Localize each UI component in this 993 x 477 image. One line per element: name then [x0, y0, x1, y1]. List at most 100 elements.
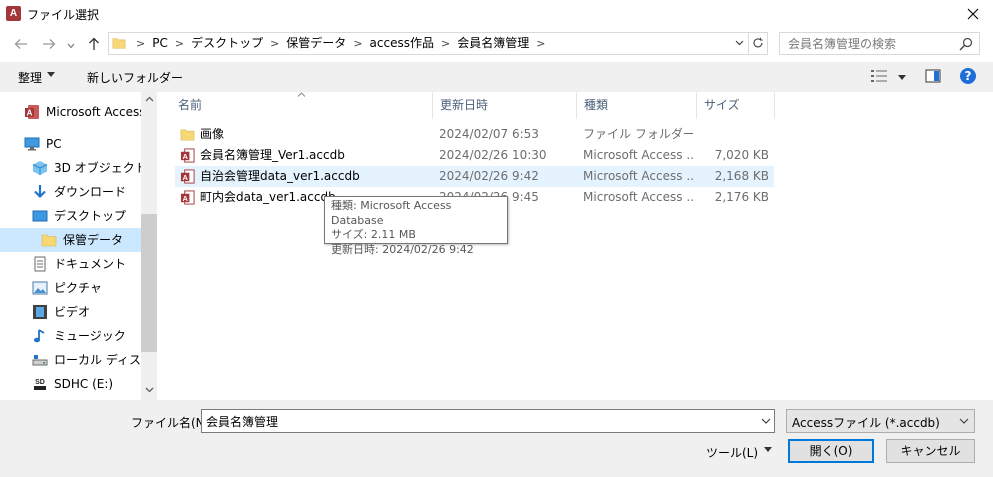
file-date: 2024/02/26 9:42 [439, 169, 539, 183]
3d-objects-icon [32, 161, 48, 175]
folder-icon [180, 129, 195, 141]
svg-text:A: A [27, 109, 33, 118]
file-row[interactable]: 画像 2024/02/07 6:53 ファイル フォルダー [175, 124, 774, 145]
file-row[interactable]: A 会員名簿管理_Ver1.accdb 2024/02/26 10:30 Mic… [175, 145, 774, 166]
svg-text:A: A [182, 194, 188, 203]
scroll-down-button[interactable] [141, 386, 157, 396]
search-input[interactable] [788, 36, 958, 52]
file-size: 2,176 KB [714, 190, 769, 204]
file-type-filter[interactable]: Accessファイル (*.accdb) [786, 409, 975, 433]
nav-item-local-disk[interactable]: ローカル ディスク (C [0, 348, 141, 372]
chevron-down-icon [959, 418, 969, 424]
nav-item-microsoft-access[interactable]: A Microsoft Access [0, 100, 141, 124]
svg-text:A: A [182, 173, 188, 182]
scroll-up-button[interactable] [141, 95, 157, 105]
nav-item-music[interactable]: ミュージック [0, 324, 141, 348]
help-button[interactable]: ? [960, 68, 976, 84]
recent-locations-button[interactable] [64, 35, 78, 53]
column-header-name[interactable]: 名前 [170, 92, 432, 119]
nav-scrollbar-thumb[interactable] [141, 214, 157, 352]
nav-item-videos[interactable]: ビデオ [0, 300, 141, 324]
column-header-date[interactable]: 更新日時 [432, 92, 576, 119]
breadcrumb-separator[interactable]: > [267, 33, 282, 54]
file-type-filter-value: Accessファイル (*.accdb) [792, 416, 940, 430]
column-headers: 名前 更新日時 種類 サイズ [170, 92, 775, 119]
nav-item-storage[interactable]: 保管データ [0, 228, 141, 252]
new-folder-button[interactable]: 新しいフォルダー [87, 69, 183, 86]
title-bar: A ファイル選択 [0, 0, 993, 28]
arrow-left-icon [14, 39, 27, 49]
access-app-icon: A [6, 6, 21, 21]
search-box[interactable] [779, 32, 980, 55]
column-header-size[interactable]: サイズ [696, 92, 774, 119]
column-header-type[interactable]: 種類 [576, 92, 696, 119]
filename-input[interactable] [206, 413, 746, 429]
open-button[interactable]: 開く(O) [788, 439, 874, 463]
nav-item-desktop[interactable]: デスクトップ [0, 204, 141, 228]
forward-button[interactable] [40, 35, 58, 53]
sd-card-icon: SD [33, 377, 47, 391]
column-divider[interactable] [774, 92, 775, 119]
breadcrumb-storage[interactable]: 保管データ [282, 33, 350, 54]
file-type-dropdown[interactable] [959, 414, 969, 427]
preview-pane-button[interactable] [925, 68, 941, 84]
caret-down-icon [47, 72, 55, 77]
music-icon [34, 329, 45, 343]
nav-item-downloads[interactable]: ダウンロード [0, 180, 141, 204]
address-history-dropdown[interactable] [731, 33, 747, 54]
address-bar[interactable]: > PC > デスクトップ > 保管データ > access作品 > 会員名簿管… [108, 32, 768, 55]
chevron-up-icon [145, 96, 153, 102]
cancel-button[interactable]: キャンセル [886, 439, 975, 463]
breadcrumb-separator[interactable]: > [533, 33, 548, 54]
change-view-button[interactable] [870, 69, 910, 85]
close-icon [967, 8, 979, 20]
nav-item-label: ドキュメント [54, 257, 127, 271]
caret-down-icon [764, 447, 772, 452]
back-button[interactable] [12, 35, 30, 53]
breadcrumb-pc[interactable]: PC [148, 33, 172, 54]
breadcrumb-separator[interactable]: > [172, 33, 187, 54]
refresh-icon [753, 37, 763, 48]
command-bar: 整理 新しいフォルダー ? [0, 62, 993, 92]
document-icon [34, 256, 46, 272]
filename-dropdown[interactable] [761, 414, 771, 427]
tools-dropdown[interactable] [764, 445, 772, 455]
up-button[interactable] [85, 35, 103, 53]
access-file-icon: A [180, 148, 195, 163]
tools-menu-button[interactable]: ツール(L) [706, 444, 758, 461]
breadcrumb-member-list[interactable]: 会員名簿管理 [453, 33, 533, 54]
nav-item-pictures[interactable]: ピクチャ [0, 276, 141, 300]
file-size: 2,168 KB [714, 169, 769, 183]
file-date: 2024/02/07 6:53 [439, 127, 539, 141]
file-name: 自治会管理data_ver1.accdb [200, 169, 360, 183]
download-icon [34, 185, 46, 199]
file-size: 7,020 KB [714, 148, 769, 162]
nav-item-documents[interactable]: ドキュメント [0, 252, 141, 276]
breadcrumb-access-works[interactable]: access作品 [366, 33, 438, 54]
arrow-up-icon [89, 37, 99, 50]
folder-icon [112, 38, 126, 49]
breadcrumb-separator[interactable]: > [350, 33, 365, 54]
nav-item-3d-objects[interactable]: 3D オブジェクト [0, 156, 141, 180]
breadcrumb-separator[interactable]: > [133, 33, 148, 54]
close-button[interactable] [961, 3, 985, 25]
window-title: ファイル選択 [27, 8, 100, 22]
desktop-icon [32, 210, 48, 222]
tooltip-size: サイズ: 2.11 MB [331, 228, 416, 241]
nav-item-pc[interactable]: PC [0, 132, 141, 156]
file-type: ファイル フォルダー [583, 127, 693, 141]
navigation-pane: A Microsoft Access PC 3D オブジェクト ダウンロード デ… [0, 92, 157, 400]
breadcrumb-desktop[interactable]: デスクトップ [187, 33, 267, 54]
organize-dropdown[interactable] [47, 70, 55, 80]
svg-text:SD: SD [35, 379, 45, 386]
chevron-down-icon [145, 387, 153, 393]
caret-down-icon [897, 75, 906, 80]
file-row[interactable]: A 自治会管理data_ver1.accdb 2024/02/26 9:42 M… [175, 166, 774, 187]
chevron-down-icon [735, 40, 743, 46]
filename-combobox[interactable] [201, 409, 775, 433]
breadcrumb-separator[interactable]: > [438, 33, 453, 54]
refresh-button[interactable] [748, 33, 767, 54]
nav-item-sdhc[interactable]: SD SDHC (E:) [0, 372, 141, 396]
pictures-icon [32, 281, 48, 295]
organize-button[interactable]: 整理 [18, 69, 42, 86]
